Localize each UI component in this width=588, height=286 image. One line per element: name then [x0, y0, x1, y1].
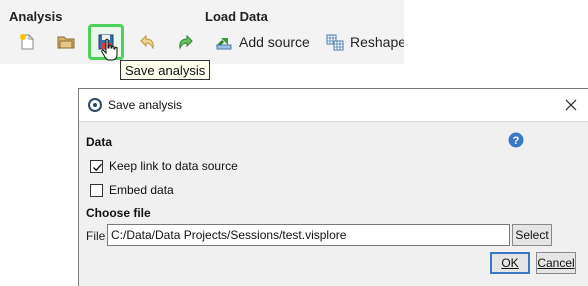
checkmark-icon — [93, 163, 103, 171]
reshape-label: Reshape — [350, 34, 407, 50]
add-source-button[interactable]: Add source — [215, 30, 310, 54]
select-file-button[interactable]: Select — [512, 224, 552, 246]
embed-data-checkbox[interactable] — [90, 183, 103, 197]
new-analysis-button[interactable] — [18, 30, 36, 54]
keep-link-label: Keep link to data source — [109, 159, 238, 173]
redo-button[interactable] — [177, 30, 195, 54]
new-document-icon — [20, 34, 34, 50]
close-icon[interactable] — [564, 98, 578, 112]
embed-data-label: Embed data — [109, 183, 174, 197]
svg-text:?: ? — [513, 135, 520, 147]
open-folder-icon — [57, 36, 75, 49]
data-section-label: Data — [86, 135, 113, 149]
analysis-group-label: Analysis — [9, 9, 63, 24]
reshape-icon — [326, 34, 344, 51]
reshape-button[interactable]: Reshape — [326, 30, 406, 54]
choose-file-section-label: Choose file — [86, 206, 151, 220]
redo-icon — [179, 34, 193, 50]
open-analysis-button[interactable] — [57, 30, 75, 54]
keep-link-checkbox[interactable] — [90, 159, 103, 173]
dialog-title-bar: Save analysis — [79, 89, 588, 122]
undo-icon — [140, 34, 154, 50]
cancel-button-label: Cancel — [537, 256, 575, 270]
add-source-icon — [215, 38, 232, 50]
cancel-button[interactable]: Cancel — [536, 252, 576, 274]
embed-data-checkbox-row[interactable]: Embed data — [90, 183, 174, 197]
file-label: File — [86, 229, 106, 243]
app-logo-icon — [88, 98, 102, 112]
keep-link-checkbox-row[interactable]: Keep link to data source — [90, 159, 238, 173]
save-analysis-tooltip: Save analysis — [120, 60, 211, 80]
load-data-group-label: Load Data — [205, 9, 268, 24]
file-path-input[interactable] — [107, 224, 510, 246]
background-strip — [404, 0, 588, 64]
help-icon[interactable]: ? — [508, 132, 524, 148]
undo-button[interactable] — [138, 30, 156, 54]
toolbar: Analysis Load Data Add source Reshape — [0, 0, 406, 64]
hand-cursor-icon — [101, 38, 118, 61]
ok-button-label: OK — [501, 256, 519, 270]
dialog-title: Save analysis — [108, 98, 183, 112]
ok-button[interactable]: OK — [490, 252, 530, 274]
add-source-label: Add source — [239, 34, 310, 50]
